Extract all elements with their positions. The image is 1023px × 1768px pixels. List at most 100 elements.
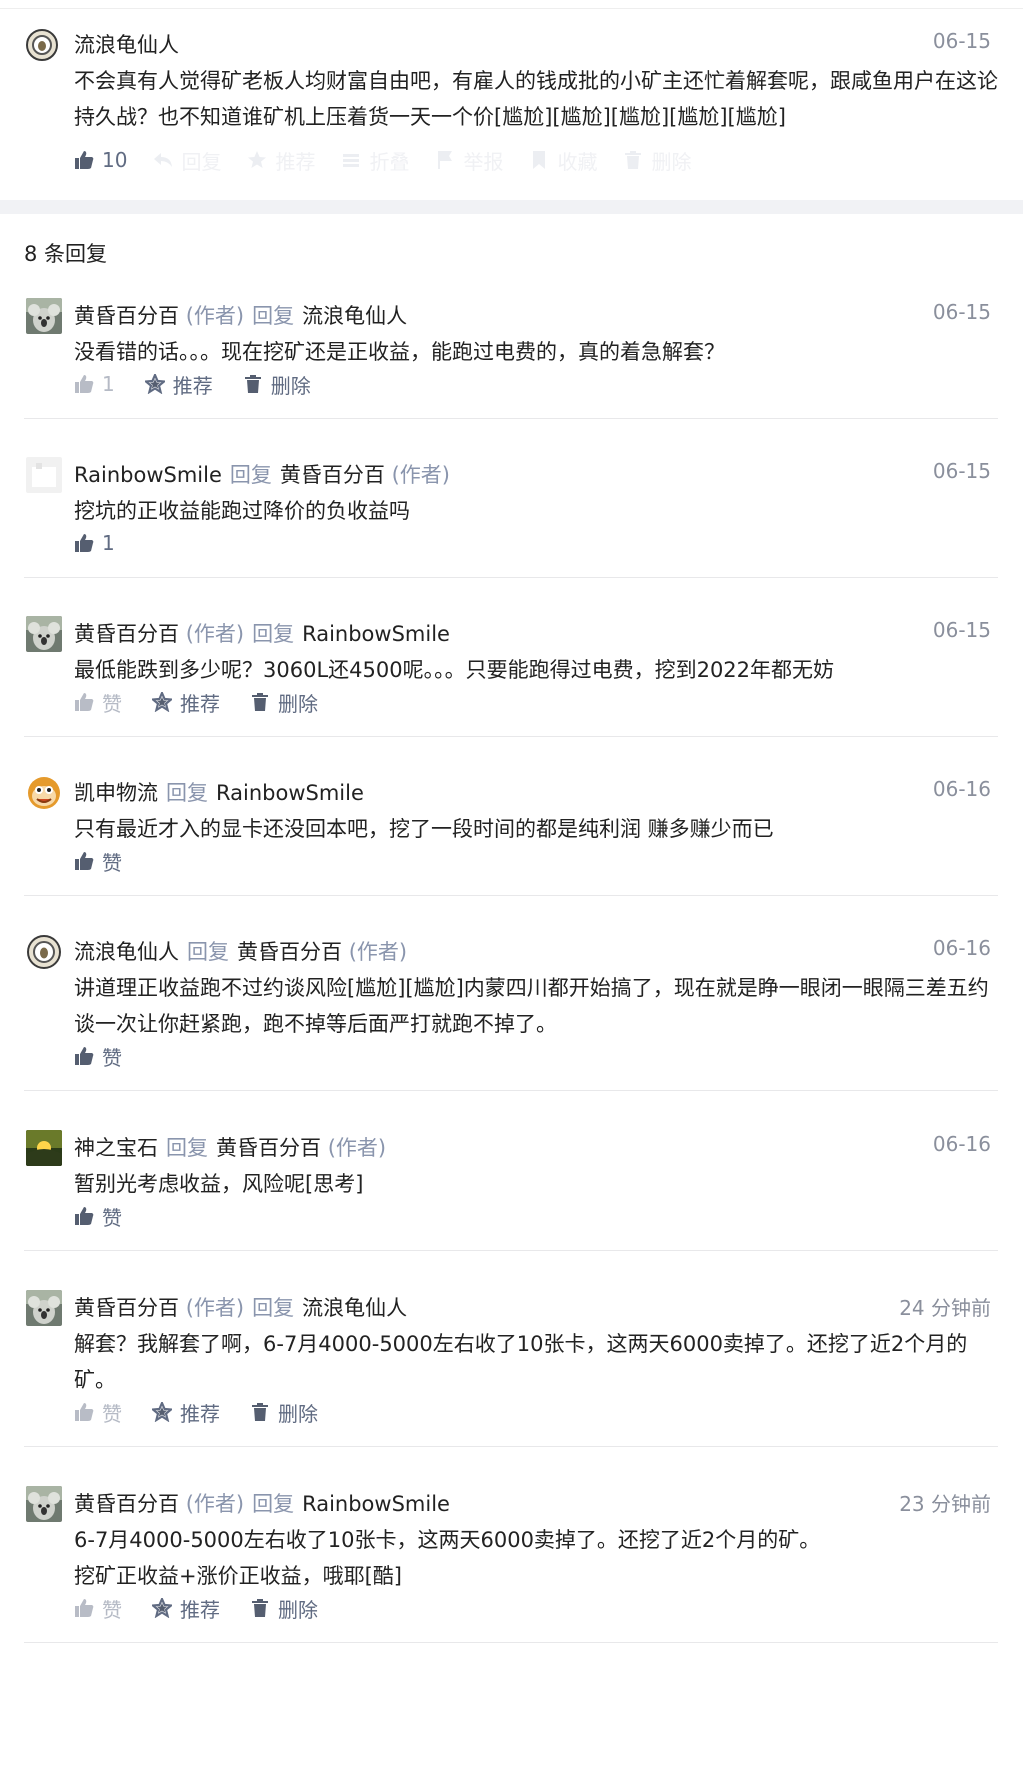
comment-author[interactable]: 流浪龟仙人 <box>74 29 179 59</box>
report-button[interactable]: 举报 <box>435 146 503 175</box>
like-button[interactable]: 1 <box>74 372 115 396</box>
reply-header: RainbowSmile 回复 黄昏百分百 (作者) <box>74 459 450 489</box>
koala-avatar[interactable] <box>26 298 62 334</box>
blank-avatar[interactable] <box>26 457 62 493</box>
reply-header: 凯申物流 回复 RainbowSmile <box>74 777 364 807</box>
author-tag: (作者) <box>348 940 408 964</box>
reply-header: 黄昏百分百 (作者) 回复 RainbowSmile <box>74 1488 450 1518</box>
recommend-button[interactable]: 推荐 <box>144 370 213 399</box>
recommend-label: 推荐 <box>275 149 316 174</box>
reply-keyword: 回复 <box>166 781 208 805</box>
reply-text: 只有最近才入的显卡还没回本吧，挖了一段时间的都是纯利润 赚多赚少而已 <box>74 817 774 841</box>
like-button[interactable]: 赞 <box>74 688 122 717</box>
recommend-button[interactable]: 推荐 <box>152 1594 220 1623</box>
reply-actions: 赞 推荐 删除 <box>74 688 344 716</box>
reply-icon <box>154 153 173 167</box>
like-label: 赞 <box>102 1401 122 1426</box>
reply-target[interactable]: 流浪龟仙人 <box>302 304 407 328</box>
trash-icon <box>252 693 268 711</box>
like-button[interactable]: 赞 <box>74 847 122 876</box>
reply-divider <box>24 577 998 578</box>
reply-header: 黄昏百分百 (作者) 回复 RainbowSmile <box>74 618 450 648</box>
delete-button[interactable]: 删除 <box>623 146 691 175</box>
star-icon <box>152 1402 172 1422</box>
reply-date: 24 分钟前 <box>899 1296 991 1320</box>
reply-author[interactable]: 黄昏百分百 <box>74 622 179 646</box>
thumbs-up-icon <box>75 1403 94 1421</box>
favorite-button[interactable]: 收藏 <box>529 146 597 175</box>
delete-button[interactable]: 删除 <box>250 1398 318 1427</box>
reply-header: 流浪龟仙人 回复 黄昏百分百 (作者) <box>74 936 407 966</box>
turtle-avatar[interactable] <box>26 29 58 61</box>
reply-author[interactable]: 凯申物流 <box>74 781 158 805</box>
koala-avatar[interactable] <box>26 1290 62 1326</box>
comment-actions: 10 回复 推荐 折叠 举报 收藏 删除 <box>74 146 717 174</box>
reply-divider <box>24 1642 998 1643</box>
koala-avatar[interactable] <box>26 1486 62 1522</box>
reply-target[interactable]: RainbowSmile <box>302 622 450 646</box>
reply-divider <box>24 736 998 737</box>
reply-date: 06-16 <box>932 936 991 960</box>
favorite-label: 收藏 <box>557 149 598 174</box>
like-button[interactable]: 赞 <box>74 1594 122 1623</box>
reply-actions: 赞 <box>74 847 148 875</box>
fold-button[interactable]: 折叠 <box>341 146 409 175</box>
reply-text: 解套？我解套了啊，6-7月4000-5000左右收了10张卡，这两天6000卖掉… <box>74 1332 968 1392</box>
reply-author[interactable]: 黄昏百分百 <box>74 1492 179 1516</box>
reply-author[interactable]: 流浪龟仙人 <box>74 940 179 964</box>
author-tag: (作者) <box>327 1136 387 1160</box>
star-icon <box>152 1598 172 1618</box>
reply-text: 讲道理正收益跑不过约谈风险[尴尬][尴尬]内蒙四川都开始搞了，现在就是睁一眼闭一… <box>74 976 989 1036</box>
delete-button[interactable]: 删除 <box>243 370 311 399</box>
reply-target[interactable]: RainbowSmile <box>302 1492 450 1516</box>
reply-author[interactable]: RainbowSmile <box>74 463 222 487</box>
reply-target[interactable]: RainbowSmile <box>216 781 364 805</box>
reply-target[interactable]: 流浪龟仙人 <box>302 1296 407 1320</box>
thumbs-up-icon <box>75 534 94 552</box>
reply-target[interactable]: 黄昏百分百 <box>216 1136 321 1160</box>
trash-icon <box>244 375 261 393</box>
reply-date: 06-15 <box>932 300 991 324</box>
reply-author[interactable]: 黄昏百分百 <box>74 1296 179 1320</box>
delete-label: 删除 <box>270 373 311 398</box>
reply-keyword: 回复 <box>252 1492 295 1516</box>
reply-date: 06-15 <box>932 618 991 642</box>
parent-comment: 流浪龟仙人 06-15 不会真有人觉得矿老板人均财富自由吧，有雇人的钱成批的小矿… <box>0 9 1023 199</box>
star-icon <box>152 692 172 712</box>
like-button[interactable]: 10 <box>74 148 127 172</box>
reply-target[interactable]: 黄昏百分百 <box>280 463 385 487</box>
reply-text: 6-7月4000-5000左右收了10张卡，这两天6000卖掉了。还挖了近2个月… <box>74 1528 821 1588</box>
delete-button[interactable]: 删除 <box>250 1594 318 1623</box>
turtle-avatar[interactable] <box>26 934 62 970</box>
like-label: 1 <box>102 531 115 555</box>
monkey-avatar[interactable] <box>26 775 62 811</box>
reply-divider <box>24 418 998 419</box>
koala-avatar[interactable] <box>26 616 62 652</box>
like-button[interactable]: 赞 <box>74 1398 122 1427</box>
delete-label: 删除 <box>278 691 318 716</box>
sunset-avatar[interactable] <box>26 1130 62 1166</box>
reply-author[interactable]: 神之宝石 <box>74 1136 158 1160</box>
delete-label: 删除 <box>278 1401 318 1426</box>
like-button[interactable]: 1 <box>74 531 115 555</box>
like-button[interactable]: 赞 <box>74 1042 122 1071</box>
reply-button[interactable]: 回复 <box>153 146 221 175</box>
star-icon <box>144 374 165 394</box>
reply-target[interactable]: 黄昏百分百 <box>237 940 342 964</box>
reply-author[interactable]: 黄昏百分百 <box>74 304 179 328</box>
trash-icon <box>625 151 642 169</box>
reply-actions: 赞 推荐 删除 <box>74 1398 344 1426</box>
recommend-button[interactable]: 推荐 <box>152 688 220 717</box>
recommend-button[interactable]: 推荐 <box>152 1398 220 1427</box>
reply-date: 06-16 <box>932 777 991 801</box>
trash-icon <box>252 1403 268 1421</box>
like-label: 赞 <box>102 1045 122 1070</box>
recommend-button[interactable]: 推荐 <box>247 146 315 175</box>
flag-icon <box>438 151 453 169</box>
like-button[interactable]: 赞 <box>74 1202 122 1231</box>
author-tag: (作者) <box>185 622 245 646</box>
thumbs-up-icon <box>75 1047 94 1065</box>
thumbs-up-icon <box>75 1207 94 1225</box>
delete-label: 删除 <box>651 149 692 174</box>
delete-button[interactable]: 删除 <box>250 688 318 717</box>
